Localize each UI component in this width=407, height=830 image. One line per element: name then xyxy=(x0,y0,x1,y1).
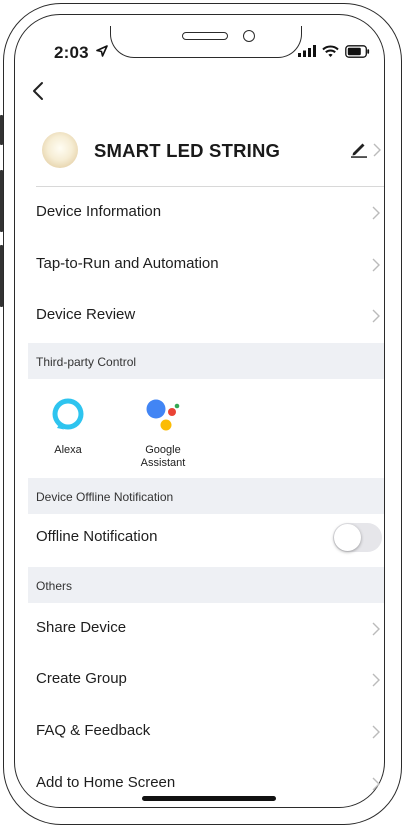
location-arrow-icon xyxy=(95,45,108,57)
row-label: Offline Notification xyxy=(36,528,158,545)
section-third-party: Third-party Control xyxy=(28,343,384,379)
row-label: Add to Home Screen xyxy=(36,774,176,791)
section-label: Third-party Control xyxy=(36,355,137,369)
google-assistant-icon xyxy=(146,399,180,431)
status-icons xyxy=(298,44,370,58)
section-label: Device Offline Notification xyxy=(36,490,174,504)
signal-bars-icon xyxy=(298,45,316,57)
chevron-right-icon xyxy=(372,622,380,636)
side-button-volume-up xyxy=(0,170,3,232)
row-tap-to-run[interactable]: Tap-to-Run and Automation xyxy=(28,239,384,291)
chevron-right-icon xyxy=(372,309,380,323)
row-device-information[interactable]: Device Information xyxy=(28,187,384,239)
row-offline-notification: Offline Notification xyxy=(28,512,384,564)
device-bulb-icon xyxy=(42,132,78,168)
front-camera xyxy=(243,30,255,42)
toggle-knob xyxy=(334,524,361,551)
google-assistant-item[interactable]: Google Assistant xyxy=(123,396,203,470)
row-create-group[interactable]: Create Group xyxy=(28,654,384,706)
google-label-line-1: Google xyxy=(145,444,181,456)
chevron-right-icon xyxy=(372,725,380,739)
side-button-mute xyxy=(0,115,3,145)
side-button-volume-down xyxy=(0,245,3,307)
google-label-line-2: Assistant xyxy=(140,457,186,469)
battery-icon xyxy=(345,44,370,58)
row-label: Create Group xyxy=(36,670,127,687)
section-others: Others xyxy=(28,567,384,603)
chevron-right-icon xyxy=(373,143,381,157)
chevron-right-icon xyxy=(372,777,380,791)
row-faq-feedback[interactable]: FAQ & Feedback xyxy=(28,706,384,758)
device-name: SMART LED STRING xyxy=(94,140,281,161)
section-label: Others xyxy=(36,579,73,593)
offline-notification-toggle[interactable] xyxy=(333,523,382,552)
edit-pencil-icon[interactable] xyxy=(350,140,368,158)
row-device-review[interactable]: Device Review xyxy=(28,290,384,342)
back-chevron-icon[interactable] xyxy=(30,80,50,102)
row-label: FAQ & Feedback xyxy=(36,722,151,739)
alexa-label: Alexa xyxy=(54,444,82,456)
chevron-right-icon xyxy=(372,258,380,272)
status-time: 2:03 xyxy=(54,43,108,63)
row-add-to-home-screen[interactable]: Add to Home Screen xyxy=(28,758,384,810)
section-offline-notification: Device Offline Notification xyxy=(28,478,384,514)
row-label: Device Review xyxy=(36,306,136,323)
speaker-grille xyxy=(182,32,228,40)
chevron-right-icon xyxy=(372,206,380,220)
device-header[interactable]: SMART LED STRING xyxy=(28,118,384,186)
notch xyxy=(110,26,302,58)
alexa-item[interactable]: Alexa xyxy=(28,396,108,457)
wifi-icon xyxy=(322,45,339,57)
google-label: Google Assistant xyxy=(123,444,203,470)
row-label: Device Information xyxy=(36,203,162,220)
alexa-icon xyxy=(52,398,84,430)
row-label: Tap-to-Run and Automation xyxy=(36,255,219,272)
row-label: Share Device xyxy=(36,619,127,636)
home-indicator[interactable] xyxy=(142,796,276,801)
chevron-right-icon xyxy=(372,673,380,687)
row-share-device[interactable]: Share Device xyxy=(28,603,384,655)
